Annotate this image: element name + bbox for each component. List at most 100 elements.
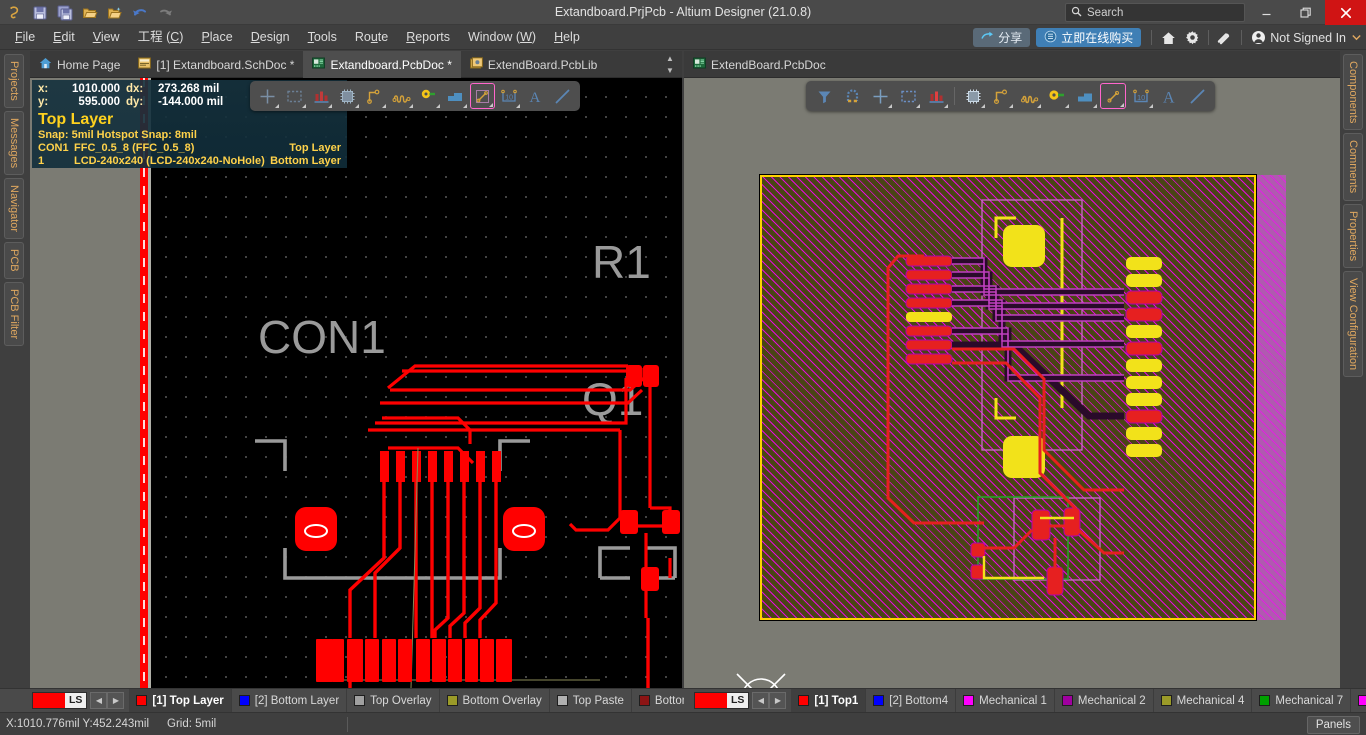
- search-icon: [1071, 4, 1082, 22]
- layer-tab-overflow[interactable]: [1351, 689, 1366, 712]
- sidebar-item-properties[interactable]: Properties: [1343, 203, 1363, 268]
- layer-tab-mechanical-7[interactable]: Mechanical 7: [1252, 689, 1352, 712]
- layer-tab-mechanical-4[interactable]: Mechanical 4: [1154, 689, 1253, 712]
- place-via-icon[interactable]: [416, 83, 441, 109]
- menu-file[interactable]: File: [6, 25, 44, 50]
- layer-tab-mechanical-2[interactable]: Mechanical 2: [1055, 689, 1154, 712]
- sidebar-item-pcb-filter[interactable]: PCB Filter: [4, 281, 24, 346]
- layer-tab-mechanical-1[interactable]: Mechanical 1: [956, 689, 1055, 712]
- sidebar-item-view-configuration[interactable]: View Configuration: [1343, 270, 1363, 377]
- schematic-icon: [138, 57, 152, 72]
- place-line-icon[interactable]: [550, 83, 575, 109]
- place-fill-icon[interactable]: [1072, 83, 1098, 109]
- layer-tab-top-overlay[interactable]: Top Overlay: [347, 689, 440, 712]
- search-input[interactable]: [1087, 6, 1239, 19]
- layer-tab-bottom-paste[interactable]: Bottom P: [632, 689, 684, 712]
- home-icon[interactable]: [1156, 27, 1180, 48]
- place-dimension-icon[interactable]: 10: [1128, 83, 1154, 109]
- tab-home-page[interactable]: Home Page: [30, 51, 129, 78]
- layer-tab-top-paste[interactable]: Top Paste: [550, 689, 632, 712]
- filter-icon[interactable]: [811, 83, 837, 109]
- user-icon[interactable]: [1246, 27, 1270, 48]
- place-polygon-icon[interactable]: [1100, 83, 1126, 109]
- chevron-down-icon[interactable]: [1350, 27, 1362, 48]
- place-track-icon[interactable]: [1016, 83, 1042, 109]
- hud-x-value: 1010.000: [72, 83, 120, 95]
- place-string-icon[interactable]: A: [1156, 83, 1182, 109]
- place-component-icon[interactable]: [335, 83, 360, 109]
- layer-prev-button[interactable]: ◀: [752, 692, 770, 709]
- place-track-icon[interactable]: [389, 83, 414, 109]
- global-search[interactable]: [1065, 3, 1245, 22]
- layer-next-button[interactable]: ▶: [769, 692, 787, 709]
- altium-logo-icon[interactable]: [4, 2, 26, 23]
- layer-tab-bottom4[interactable]: [2] Bottom4: [866, 689, 957, 712]
- layer-prev-button[interactable]: ◀: [90, 692, 108, 709]
- place-component-icon[interactable]: [960, 83, 986, 109]
- menu-tools[interactable]: Tools: [299, 25, 346, 50]
- menu-edit[interactable]: Edit: [44, 25, 84, 50]
- selection-box-icon[interactable]: [282, 83, 307, 109]
- place-polygon-icon[interactable]: [469, 83, 495, 109]
- layer-stack-icon[interactable]: [923, 83, 949, 109]
- panels-button[interactable]: Panels: [1306, 716, 1360, 734]
- layer-set-chip-right[interactable]: LS: [694, 692, 750, 709]
- place-dimension-icon[interactable]: 10: [497, 83, 522, 109]
- save-all-icon[interactable]: [54, 2, 76, 23]
- layer-stack-icon[interactable]: [309, 83, 334, 109]
- menu-help[interactable]: Help: [545, 25, 589, 50]
- tab-pcb-lib[interactable]: ExtendBoard.PcbLib: [461, 51, 606, 78]
- layer-tab-bottom-overlay[interactable]: Bottom Overlay: [440, 689, 550, 712]
- tab-scroll-buttons[interactable]: ▲ ▼: [662, 54, 678, 75]
- sidebar-item-components[interactable]: Components: [1343, 54, 1363, 131]
- bottom-connector-pads: [316, 639, 512, 682]
- undo-icon[interactable]: [129, 2, 151, 23]
- pcb-canvas-right[interactable]: 10 A: [684, 78, 1340, 688]
- minimize-button[interactable]: [1247, 0, 1286, 25]
- open-project-icon[interactable]: [104, 2, 126, 23]
- layer-tab-bottom-layer[interactable]: [2] Bottom Layer: [232, 689, 348, 712]
- account-label[interactable]: Not Signed In: [1270, 31, 1350, 45]
- menu-place[interactable]: Place: [192, 25, 241, 50]
- chevron-down-icon[interactable]: ▼: [666, 66, 674, 75]
- menu-design[interactable]: Design: [242, 25, 299, 50]
- menu-window[interactable]: Window (W): [459, 25, 545, 50]
- sidebar-item-pcb[interactable]: PCB: [4, 241, 24, 279]
- buy-online-button[interactable]: 立即在线购买: [1036, 28, 1142, 47]
- tab-schematic-doc[interactable]: [1] Extandboard.SchDoc *: [129, 51, 303, 78]
- open-icon[interactable]: [79, 2, 101, 23]
- pcb-canvas-left[interactable]: CON1 R1 Q1 x: 1010.000 dx: 273.268 mil y…: [30, 78, 682, 688]
- sidebar-item-messages[interactable]: Messages: [4, 110, 24, 175]
- notification-icon[interactable]: [1213, 27, 1237, 48]
- tab-pcb-doc[interactable]: Extandboard.PcbDoc *: [303, 51, 461, 78]
- place-line-icon[interactable]: [1184, 83, 1210, 109]
- close-button[interactable]: [1325, 0, 1366, 25]
- tab-pcb-doc-right[interactable]: ExtendBoard.PcbDoc: [684, 51, 835, 78]
- crosshair-icon[interactable]: [255, 83, 280, 109]
- selection-box-icon[interactable]: [895, 83, 921, 109]
- chevron-up-icon[interactable]: ▲: [666, 54, 674, 63]
- sidebar-item-comments[interactable]: Comments: [1343, 133, 1363, 201]
- place-fill-icon[interactable]: [443, 83, 468, 109]
- crosshair-icon[interactable]: [867, 83, 893, 109]
- save-icon[interactable]: [29, 2, 51, 23]
- layer-tab-label: Bottom P: [654, 694, 684, 707]
- place-pad-route-icon[interactable]: [362, 83, 387, 109]
- place-pad-route-icon[interactable]: [988, 83, 1014, 109]
- place-via-icon[interactable]: [1044, 83, 1070, 109]
- share-button[interactable]: 分享: [973, 28, 1031, 47]
- layer-set-chip-left[interactable]: LS: [32, 692, 88, 709]
- menu-route[interactable]: Route: [346, 25, 397, 50]
- menu-project[interactable]: 工程 (C): [129, 25, 193, 50]
- magnet-icon[interactable]: [839, 83, 865, 109]
- sidebar-item-projects[interactable]: Projects: [4, 54, 24, 108]
- maximize-button[interactable]: [1286, 0, 1325, 25]
- layer-tab-top1[interactable]: [1] Top1: [791, 689, 867, 712]
- sidebar-item-navigator[interactable]: Navigator: [4, 177, 24, 239]
- place-string-icon[interactable]: A: [523, 83, 548, 109]
- layer-next-button[interactable]: ▶: [107, 692, 125, 709]
- gear-icon[interactable]: [1180, 27, 1204, 48]
- menu-view[interactable]: View: [84, 25, 129, 50]
- layer-tab-top-layer[interactable]: [1] Top Layer: [129, 689, 232, 712]
- menu-reports[interactable]: Reports: [397, 25, 459, 50]
